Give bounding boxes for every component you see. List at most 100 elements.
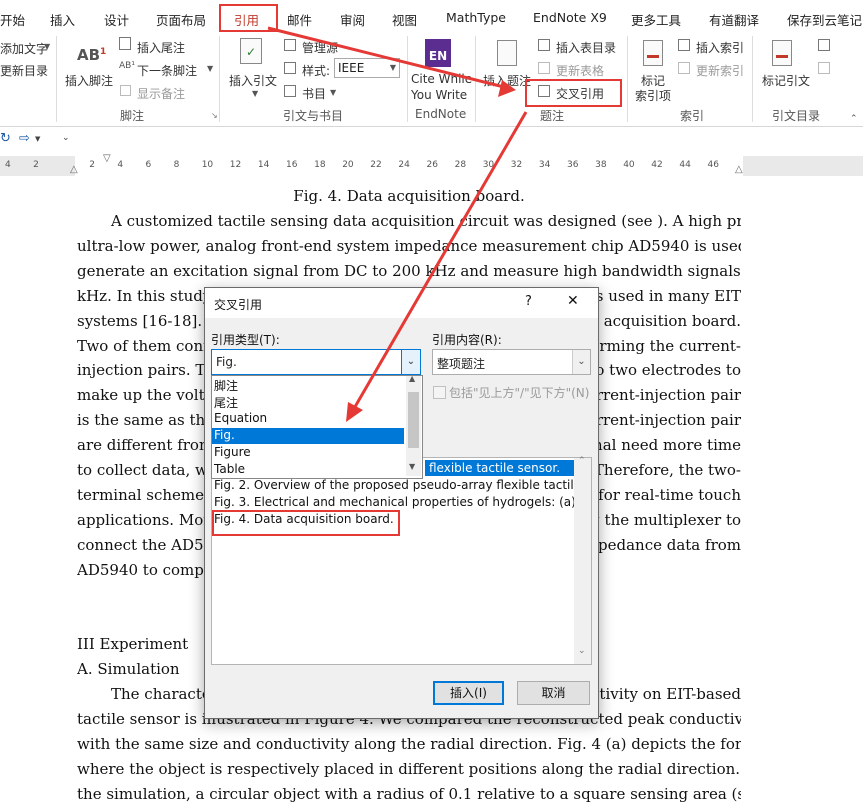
- insert-button[interactable]: 插入(I): [433, 681, 504, 705]
- hanging-indent-marker-icon[interactable]: △: [70, 164, 78, 175]
- manage-sources-button[interactable]: 管理源: [302, 39, 338, 56]
- ref-content-select[interactable]: 整项题注 ⌄: [432, 349, 591, 375]
- mark-citation-button[interactable]: 标记引文: [762, 72, 810, 89]
- tab-save-cloud[interactable]: 保存到云笔记: [787, 10, 862, 29]
- dropdown-option[interactable]: Figure: [214, 445, 251, 459]
- dialog-launcher-icon[interactable]: ↘: [211, 111, 218, 120]
- ref-type-dropdown-list[interactable]: 脚注 尾注 Equation Fig. Figure Table ▲ ▼: [211, 374, 423, 479]
- collapse-ribbon-icon[interactable]: ⌃: [850, 114, 858, 124]
- scroll-up-icon[interactable]: ⌃: [578, 456, 586, 466]
- tab-home[interactable]: 开始: [0, 10, 25, 29]
- add-text-button[interactable]: 添加文字: [0, 40, 48, 57]
- dropdown-arrow-icon: ▼: [330, 88, 337, 97]
- dialog-title: 交叉引用: [214, 298, 263, 312]
- right-indent-marker-icon[interactable]: △: [735, 164, 743, 175]
- cite-while-you-write-line2[interactable]: You Write: [411, 88, 467, 102]
- tab-design[interactable]: 设计: [104, 10, 129, 29]
- touch-mode-icon[interactable]: ⇨: [19, 131, 30, 146]
- insert-citation-button[interactable]: 插入引文: [229, 72, 277, 89]
- caption-highlight-box: [212, 510, 400, 536]
- next-footnote-button[interactable]: 下一条脚注: [137, 62, 197, 79]
- tab-mathtype[interactable]: MathType: [446, 10, 506, 25]
- style-select[interactable]: IEEE ▼: [334, 58, 400, 78]
- include-above-below-label: 包括"见上方"/"见下方"(N): [449, 386, 590, 400]
- dropdown-arrow-icon: ▼: [207, 64, 214, 73]
- group-label-endnote: EndNote: [415, 107, 467, 121]
- list-item[interactable]: flexible tactile sensor.: [429, 461, 560, 475]
- include-above-below-checkbox[interactable]: [433, 386, 446, 399]
- list-item[interactable]: Fig. 3. Electrical and mechanical proper…: [214, 495, 587, 509]
- ref-type-select[interactable]: Fig. ⌄: [211, 349, 421, 375]
- update-table-button[interactable]: 更新表格: [556, 62, 604, 79]
- insert-table-of-figures-button[interactable]: 插入表目录: [556, 39, 616, 56]
- paragraph-line: with the same size and conductivity alon…: [77, 735, 741, 753]
- horizontal-ruler[interactable]: 4 2 2 4 6 8 10 12 14 16 18 20 22 24 26 28 30 32 34 36 38 40 42…: [0, 153, 863, 176]
- insert-index-button[interactable]: 插入索引: [696, 39, 744, 56]
- scroll-down-icon[interactable]: ▼: [409, 462, 415, 471]
- ruler-number: 46: [707, 160, 719, 170]
- customize-qat-icon[interactable]: ⌄: [62, 133, 70, 143]
- style-icon: [284, 62, 296, 74]
- scrollbar-thumb[interactable]: [408, 392, 419, 448]
- help-icon[interactable]: ?: [525, 294, 532, 309]
- ruler-number: 20: [342, 160, 354, 170]
- tab-more-tools[interactable]: 更多工具: [631, 10, 681, 29]
- group-label-footnote: 脚注: [120, 109, 145, 123]
- captions-listbox[interactable]: flexible tactile sensor. Fig. 2. Overvie…: [211, 456, 592, 665]
- dropdown-option[interactable]: 脚注: [214, 377, 238, 394]
- tab-insert[interactable]: 插入: [50, 10, 75, 29]
- dropdown-option[interactable]: Table: [214, 462, 245, 476]
- ruler-number: 42: [651, 160, 663, 170]
- update-index-button[interactable]: 更新索引: [696, 62, 744, 79]
- tab-endnote[interactable]: EndNote X9: [533, 10, 607, 25]
- show-notes-button[interactable]: 显示备注: [137, 85, 185, 102]
- chevron-down-icon[interactable]: ⌄: [401, 350, 420, 374]
- cross-reference-highlight-box: [525, 79, 622, 107]
- update-toc-button[interactable]: 更新目录: [0, 62, 48, 79]
- dropdown-option[interactable]: Equation: [214, 411, 267, 425]
- cancel-button[interactable]: 取消: [517, 681, 590, 705]
- dropdown-option[interactable]: 尾注: [214, 394, 238, 411]
- redo-icon[interactable]: ↻: [0, 131, 11, 146]
- ruler-number: 22: [370, 160, 382, 170]
- first-line-indent-marker-icon[interactable]: ▽: [103, 153, 111, 164]
- ref-type-label: 引用类型(T):: [211, 333, 280, 347]
- dropdown-arrow-icon: ▼: [252, 89, 259, 98]
- ruler-number: 12: [229, 160, 242, 170]
- ruler-number: 6: [145, 160, 152, 170]
- dropdown-arrow-icon: ▼: [35, 135, 41, 143]
- ref-content-value: 整项题注: [437, 357, 486, 371]
- insert-footnote-button[interactable]: 插入脚注: [65, 72, 113, 89]
- dialog-titlebar: [205, 288, 598, 318]
- ruler-number: 24: [398, 160, 410, 170]
- ruler-number: 8: [173, 160, 180, 170]
- ribbon: 添加文字 ▼ 更新目录 AB1 插入脚注 插入尾注 AB¹ 下一条脚注 ▼ 显示…: [0, 32, 863, 127]
- ruler-number: 4: [5, 160, 11, 170]
- tab-view[interactable]: 视图: [392, 10, 417, 29]
- cite-while-you-write-line1[interactable]: Cite While: [411, 72, 472, 86]
- listbox-scrollbar[interactable]: ⌃ ⌄: [574, 456, 591, 664]
- dropdown-scrollbar[interactable]: ▲ ▼: [406, 374, 421, 476]
- ruler-number: 40: [623, 160, 635, 170]
- tab-mailings[interactable]: 邮件: [287, 10, 312, 29]
- insert-caption-button[interactable]: 插入题注: [483, 72, 531, 89]
- ruler-number: 14: [257, 160, 270, 170]
- dropdown-option-selected[interactable]: Fig.: [212, 428, 404, 444]
- close-icon[interactable]: ✕: [567, 293, 579, 309]
- scroll-up-icon[interactable]: ▲: [409, 374, 415, 383]
- chevron-down-icon[interactable]: ⌄: [572, 350, 590, 374]
- tab-youdao[interactable]: 有道翻译: [709, 10, 759, 29]
- paragraph-line: the simulation, a circular object with a…: [77, 785, 741, 803]
- manage-sources-icon: [284, 39, 296, 51]
- scroll-down-icon[interactable]: ⌄: [578, 646, 586, 656]
- bibliography-button[interactable]: 书目: [302, 85, 326, 102]
- tab-review[interactable]: 审阅: [340, 10, 365, 29]
- tab-layout[interactable]: 页面布局: [156, 10, 206, 29]
- ruler-number: 2: [33, 160, 39, 170]
- mark-entry-button-line2[interactable]: 索引项: [635, 87, 671, 104]
- paragraph-line: where the object is respectively placed …: [77, 760, 741, 778]
- insert-endnote-button[interactable]: 插入尾注: [137, 39, 185, 56]
- mark-entry-icon: [643, 40, 663, 66]
- ruler-number: 36: [567, 160, 579, 170]
- list-item[interactable]: Fig. 2. Overview of the proposed pseudo-…: [214, 478, 585, 492]
